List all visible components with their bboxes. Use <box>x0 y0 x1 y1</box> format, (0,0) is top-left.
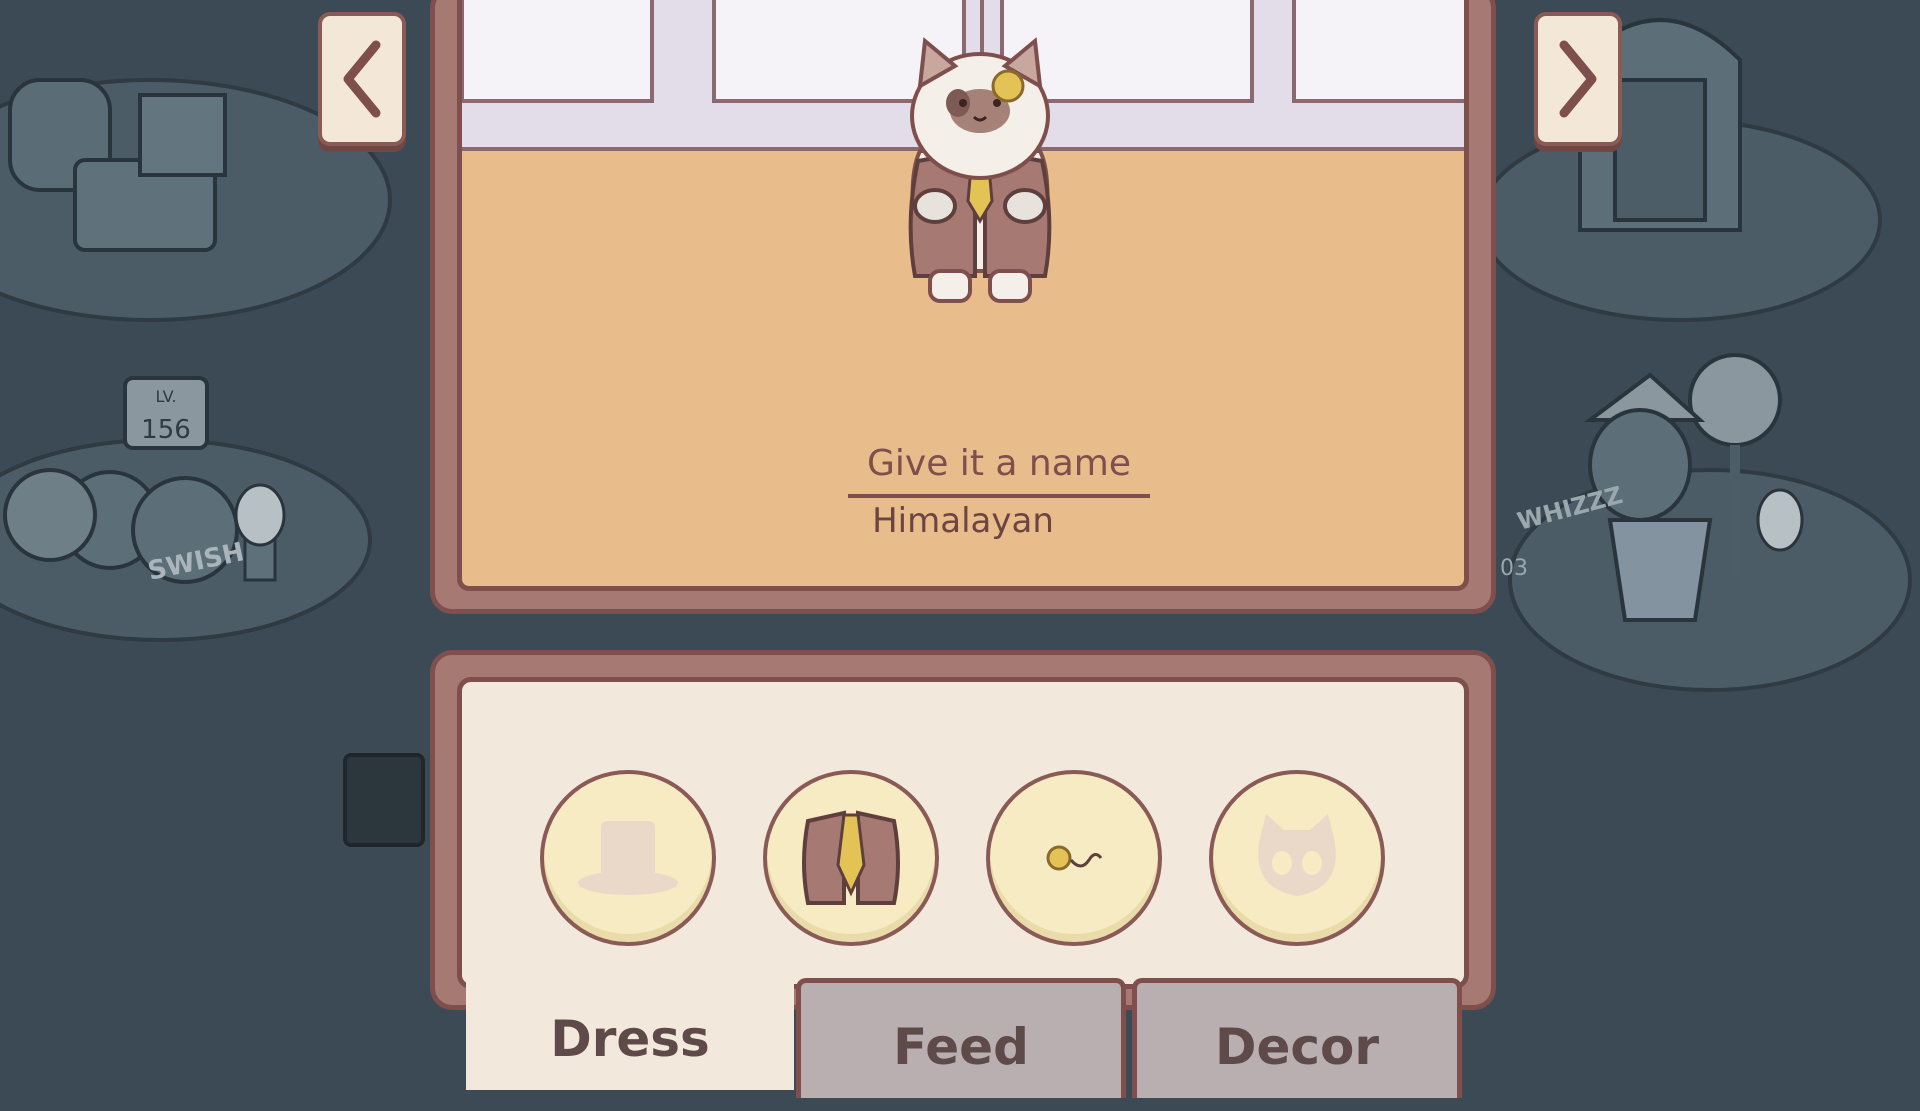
level-sign-label: LV. <box>155 387 176 406</box>
outfit-slot[interactable] <box>763 770 939 946</box>
partial-number: 03 <box>1500 556 1528 581</box>
tab-decor[interactable]: Decor <box>1132 978 1462 1098</box>
level-sign-value: 156 <box>141 415 191 445</box>
previous-pet-button[interactable] <box>318 12 406 146</box>
next-pet-button[interactable] <box>1534 12 1622 146</box>
wardrobe-panel <box>430 650 1496 1010</box>
pet-breed-label: Himalayan <box>872 501 1054 541</box>
tab-feed[interactable]: Feed <box>796 978 1126 1098</box>
pet-room: Give it a name Himalayan <box>457 0 1469 591</box>
wardrobe-slots <box>457 677 1469 989</box>
pet-panel: Give it a name Himalayan <box>430 0 1496 614</box>
monocle <box>991 69 1025 103</box>
skin-slot[interactable] <box>1209 770 1385 946</box>
clock <box>1688 353 1782 447</box>
pet-name-input[interactable]: Give it a name <box>848 436 1150 498</box>
accessory-slot[interactable] <box>986 770 1162 946</box>
hat-slot[interactable] <box>540 770 716 946</box>
chevron-left-icon <box>343 40 381 118</box>
vest-tie-icon <box>802 810 900 905</box>
pet-cat[interactable] <box>880 31 1080 331</box>
monocle-icon <box>1046 845 1103 871</box>
chevron-right-icon <box>1559 40 1597 118</box>
cat-face-icon <box>1258 814 1336 896</box>
hat-icon <box>578 821 678 895</box>
tab-dress[interactable]: Dress <box>466 970 794 1090</box>
